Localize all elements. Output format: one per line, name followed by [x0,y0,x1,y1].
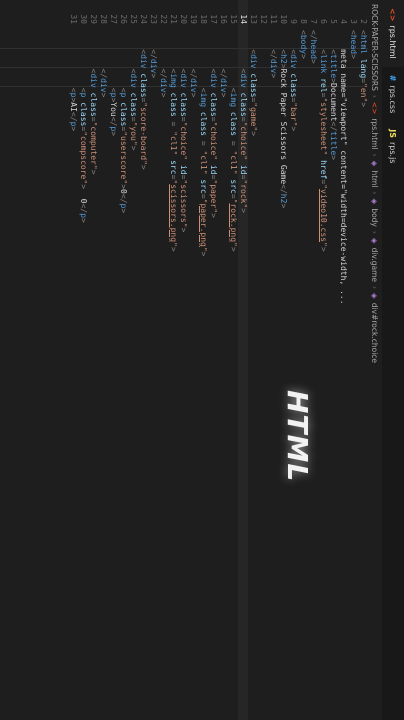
code-editor[interactable]: <html lang="en"> <head> meta name="viewpo… [0,30,368,710]
element-icon: ◈ [370,293,380,299]
line-number-gutter: 2 3 4 5 6 7 8 9 10 11 12 13 14 15 16 17 18 19 20 21 22 23 24 25… [0,0,368,30]
line-number: 8 [299,19,308,24]
code-line[interactable]: <div class="you"> [128,30,138,710]
line-number: 21 [169,14,178,24]
tab-label: rps.html [388,25,398,59]
line-number: 24 [139,14,148,24]
line-number: 13 [249,14,258,24]
code-line[interactable]: </head> [308,30,318,710]
tab-label: rps.css [388,85,398,114]
css-file-icon: # [388,74,398,82]
breadcrumb-body[interactable]: body [371,208,380,227]
tab-rps-html[interactable]: <> rps.html [382,0,404,67]
line-number: 16 [219,14,228,24]
line-number: 5 [329,19,338,24]
code-line[interactable]: <img class = "cl1" src="rock.png"> [228,30,238,710]
element-icon: ◈ [370,237,380,244]
line-number: 26 [119,14,128,24]
overlay-title: HTML [281,390,314,483]
code-line[interactable]: </div> [158,30,168,710]
line-number: 19 [189,14,198,24]
line-number: 30 [79,14,88,24]
code-line[interactable]: <img class = "cl1" src="scissors.png"> [168,30,178,710]
tab-rps-css[interactable]: # rps.css [382,67,404,122]
html-file-icon: <> [370,101,380,115]
line-number: 2 [359,19,368,24]
line-number: 25 [129,14,138,24]
code-line[interactable]: <html lang="en"> [358,30,368,710]
code-line[interactable]: <div class="bar"> [288,30,298,710]
code-line[interactable]: <p>AI</p> [68,30,78,710]
code-line[interactable]: <img class = "cl1" src="paper.png"> [198,30,208,710]
line-number: 6 [319,19,328,24]
code-line[interactable]: <div class="choice" id="scissors"> [178,30,188,710]
code-line[interactable]: <body> [298,30,308,710]
code-line[interactable]: </div> [188,30,198,710]
line-number: 22 [159,14,168,24]
code-line[interactable]: meta name="viewport" content="width=devi… [338,30,348,710]
code-line[interactable]: <title>Document</title> [328,30,338,710]
tab-rps-js[interactable]: JS rps.js [382,121,404,171]
line-number: 28 [99,14,108,24]
code-line[interactable]: </div> [98,30,108,710]
html-file-icon: <> [388,8,398,22]
code-line[interactable]: <p>You</p> [108,30,118,710]
code-line[interactable]: <link rel="stylesheet" href="video10.css… [318,30,328,710]
line-number: 11 [269,14,278,24]
code-line[interactable]: </div> [268,30,278,710]
line-number: 12 [259,14,268,24]
line-number: 20 [179,14,188,24]
code-line[interactable]: <div class="choice" id="paper"> [208,30,218,710]
line-number: 29 [89,14,98,24]
breadcrumb-html[interactable]: html [371,170,380,187]
tab-label: rps.js [388,141,398,164]
code-line[interactable]: <p class="compscore"> 0</p> [78,30,88,710]
js-file-icon: JS [388,129,398,138]
code-line[interactable]: <div class="choice" id="rock"> [238,30,248,710]
line-number: 4 [339,19,348,24]
line-number: 17 [209,14,218,24]
breadcrumb-file[interactable]: rps.html [371,118,380,149]
line-number: 14 [239,14,248,24]
code-line[interactable]: <p class="userscore">0</p> [118,30,128,710]
breadcrumb: ROCK-PAPER-SCISSORS › <> rps.html › ◈ html… [368,0,382,720]
line-number: 18 [199,14,208,24]
code-line[interactable]: <div class="game"> [248,30,258,710]
code-line[interactable]: <div class="computer"> [88,30,98,710]
code-line[interactable]: </div> [148,30,158,710]
line-number: 15 [229,14,238,24]
code-line[interactable]: </div> [218,30,228,710]
line-number: 31 [69,14,78,24]
line-number: 23 [149,14,158,24]
code-line[interactable]: <head> [348,30,358,710]
code-line[interactable]: <h2>Rock Paper Scissors Game</h2> [278,30,288,710]
breadcrumb-div-game[interactable]: div.game [371,248,380,282]
element-icon: ◈ [370,198,380,205]
line-number: 27 [109,14,118,24]
line-number: 9 [289,19,298,24]
line-number: 7 [309,19,318,24]
code-line[interactable] [258,30,268,710]
breadcrumb-div-rock[interactable]: div#rock.choice [371,303,380,363]
line-number: 10 [279,14,288,24]
breadcrumb-folder[interactable]: ROCK-PAPER-SCISSORS [371,4,380,91]
tab-bar: <> rps.html # rps.css JS rps.js [381,0,404,720]
code-line[interactable]: <div class="score-board"> [138,30,148,710]
element-icon: ◈ [370,160,380,167]
line-number: 3 [349,19,358,24]
editor-window: <> rps.html # rps.css JS rps.js ROCK-PAP… [0,0,404,720]
